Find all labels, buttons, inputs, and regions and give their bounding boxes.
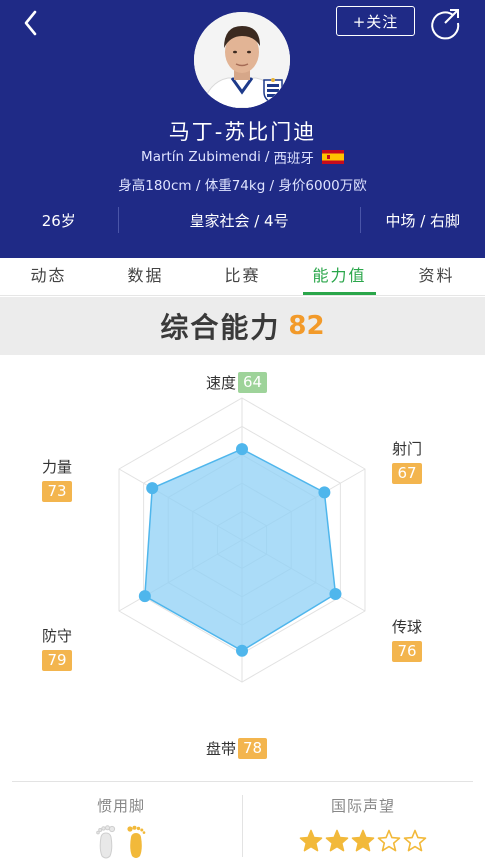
right-foot-icon [127, 825, 146, 858]
stat-value-badge: 67 [392, 463, 422, 484]
reputation-panel: 国际声望 [242, 783, 484, 864]
stat-label: 传球 [392, 618, 423, 636]
stat-speed: 速度 64 [206, 372, 268, 393]
player-subtitle: Martín Zubimendi / 西班牙 [0, 147, 485, 167]
player-position-foot: 中场 / 右脚 [385, 211, 461, 230]
star-filled-icon [325, 829, 349, 852]
stat-defending: 防守 79 [42, 625, 72, 671]
preferred-foot-title: 惯用脚 [96, 797, 145, 815]
player-age: 26岁 [41, 211, 76, 230]
star-empty-icon [377, 829, 401, 852]
tab-matches[interactable]: 比赛 [194, 258, 291, 295]
overall-rating-label: 综合能力 [160, 311, 281, 344]
back-arrow-icon [24, 10, 37, 36]
player-name: 马丁-苏比门迪 [168, 120, 317, 144]
player-body-info: 身高180cm / 体重74kg / 身价6000万欧 [118, 178, 367, 194]
radar-point [236, 443, 248, 456]
stat-value-badge: 64 [238, 372, 268, 393]
stat-label: 防守 [42, 627, 73, 645]
separator: / [264, 149, 270, 165]
overall-rating-value: 82 [288, 311, 325, 341]
stat-value-badge: 79 [42, 650, 72, 671]
stat-passing: 传球 76 [392, 616, 422, 662]
follow-button[interactable]: +关注 [336, 6, 415, 36]
radar-point [138, 590, 151, 603]
share-button[interactable] [428, 6, 462, 40]
tab-abilities[interactable]: 能力值 [291, 258, 388, 295]
radar-area [144, 448, 337, 652]
stat-value-badge: 73 [42, 481, 72, 502]
radar-svg [118, 397, 366, 683]
tab-profile[interactable]: 资料 [388, 258, 485, 295]
real-sociedad-crest-icon [263, 78, 283, 104]
extra-info-row: 惯用脚 国际声望 [0, 783, 485, 864]
radar-point [146, 482, 159, 495]
tab-bar: 动态 数据 比赛 能力值 资料 [0, 258, 485, 296]
star-empty-icon [403, 829, 427, 852]
stat-label: 力量 [42, 458, 73, 476]
reputation-title: 国际声望 [330, 797, 395, 815]
player-latin-name: Martín Zubimendi [141, 149, 261, 165]
ability-radar-chart: 速度 64 射门 67 传球 76 盘带 78 防守 79 力量 73 [0, 355, 485, 780]
feet-icons [0, 825, 242, 859]
radar-point [318, 486, 331, 499]
share-icon [431, 9, 460, 40]
player-header: +关注 马丁-苏比门迪 Martín Zubimendi / 西班牙 身高180… [0, 0, 485, 258]
spain-flag-icon [321, 150, 344, 164]
player-avatar [194, 12, 290, 108]
back-button[interactable] [14, 6, 48, 40]
stat-shooting: 射门 67 [392, 438, 422, 484]
star-filled-icon [351, 829, 375, 852]
stat-value-badge: 76 [392, 641, 422, 662]
stat-strength: 力量 73 [42, 456, 72, 502]
radar-point [236, 644, 248, 657]
radar-point [329, 587, 342, 600]
player-info-row: 26岁 皇家社会 / 4号 中场 / 右脚 [0, 198, 485, 242]
stat-dribbling: 盘带 78 [206, 738, 268, 759]
divider [12, 781, 473, 782]
overall-rating-banner: 综合能力 82 [0, 297, 485, 355]
left-foot-icon [96, 825, 116, 859]
stat-label: 速度 [206, 374, 237, 392]
stat-value-badge: 78 [238, 738, 268, 759]
player-club-number[interactable]: 皇家社会 / 4号 [119, 210, 360, 231]
preferred-foot-panel: 惯用脚 [0, 783, 242, 864]
stat-label: 射门 [392, 440, 423, 458]
tab-stats[interactable]: 数据 [97, 258, 194, 295]
reputation-stars [242, 829, 484, 853]
star-filled-icon [299, 829, 323, 852]
player-nationality: 西班牙 [273, 151, 314, 167]
stat-label: 盘带 [206, 740, 237, 758]
tab-news[interactable]: 动态 [0, 258, 97, 295]
